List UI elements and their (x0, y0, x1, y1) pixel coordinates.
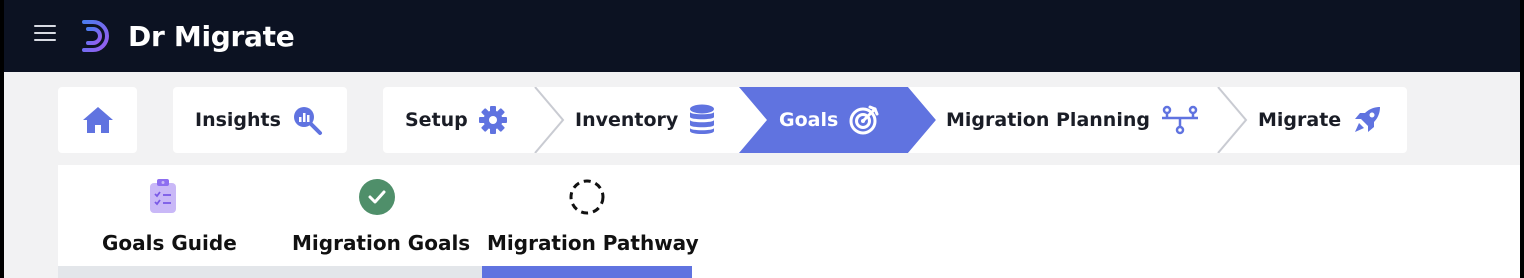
subtab-migration-pathway[interactable]: Migration Pathway (482, 165, 699, 278)
network-nodes-icon (1160, 105, 1200, 135)
nav-step-label: Inventory (575, 109, 679, 131)
nav-step-label: Migration Planning (946, 109, 1150, 131)
nav-home-button[interactable] (58, 87, 137, 153)
app-title: Dr Migrate (128, 20, 295, 53)
subtab-label: Migration Pathway (487, 231, 699, 255)
nav-step-insights[interactable]: Insights (173, 87, 347, 153)
nav-step-migration-planning[interactable]: Migration Planning (946, 87, 1206, 153)
subtab-indicator (268, 266, 482, 278)
nav-step-label: Goals (779, 109, 839, 131)
subtab-indicator (58, 266, 268, 278)
insights-magnifier-chart-icon (291, 104, 323, 136)
dr-migrate-logo-icon (82, 20, 109, 52)
nav-step-inventory[interactable]: Inventory (575, 87, 745, 153)
nav-step-label: Migrate (1258, 109, 1342, 131)
dashed-circle-icon (569, 179, 605, 215)
check-circle-icon (359, 179, 395, 215)
rocket-icon (1351, 104, 1383, 136)
subtab-migration-goals[interactable]: Migration Goals (268, 165, 482, 278)
subtab-goals-guide[interactable]: Goals Guide (58, 165, 268, 278)
clipboard-checklist-icon (150, 179, 176, 213)
hamburger-menu-icon[interactable] (34, 25, 56, 45)
subtab-label: Migration Goals (292, 231, 471, 255)
nav-step-setup[interactable]: Setup (405, 87, 535, 153)
subtab-label: Goals Guide (102, 231, 237, 255)
goals-subtabs: Goals Guide Migration Goals Migration Pa… (58, 165, 1520, 278)
gear-icon (478, 105, 508, 135)
nav-step-migrate[interactable]: Migrate (1258, 87, 1408, 153)
home-icon (82, 107, 113, 133)
database-icon (688, 104, 716, 136)
top-bar: Dr Migrate (4, 0, 1520, 72)
nav-step-label: Setup (405, 109, 468, 131)
target-arrow-icon (848, 104, 880, 136)
nav-step-goals[interactable]: Goals (779, 87, 909, 153)
subtab-indicator-active (482, 266, 692, 278)
nav-step-label: Insights (195, 109, 281, 131)
